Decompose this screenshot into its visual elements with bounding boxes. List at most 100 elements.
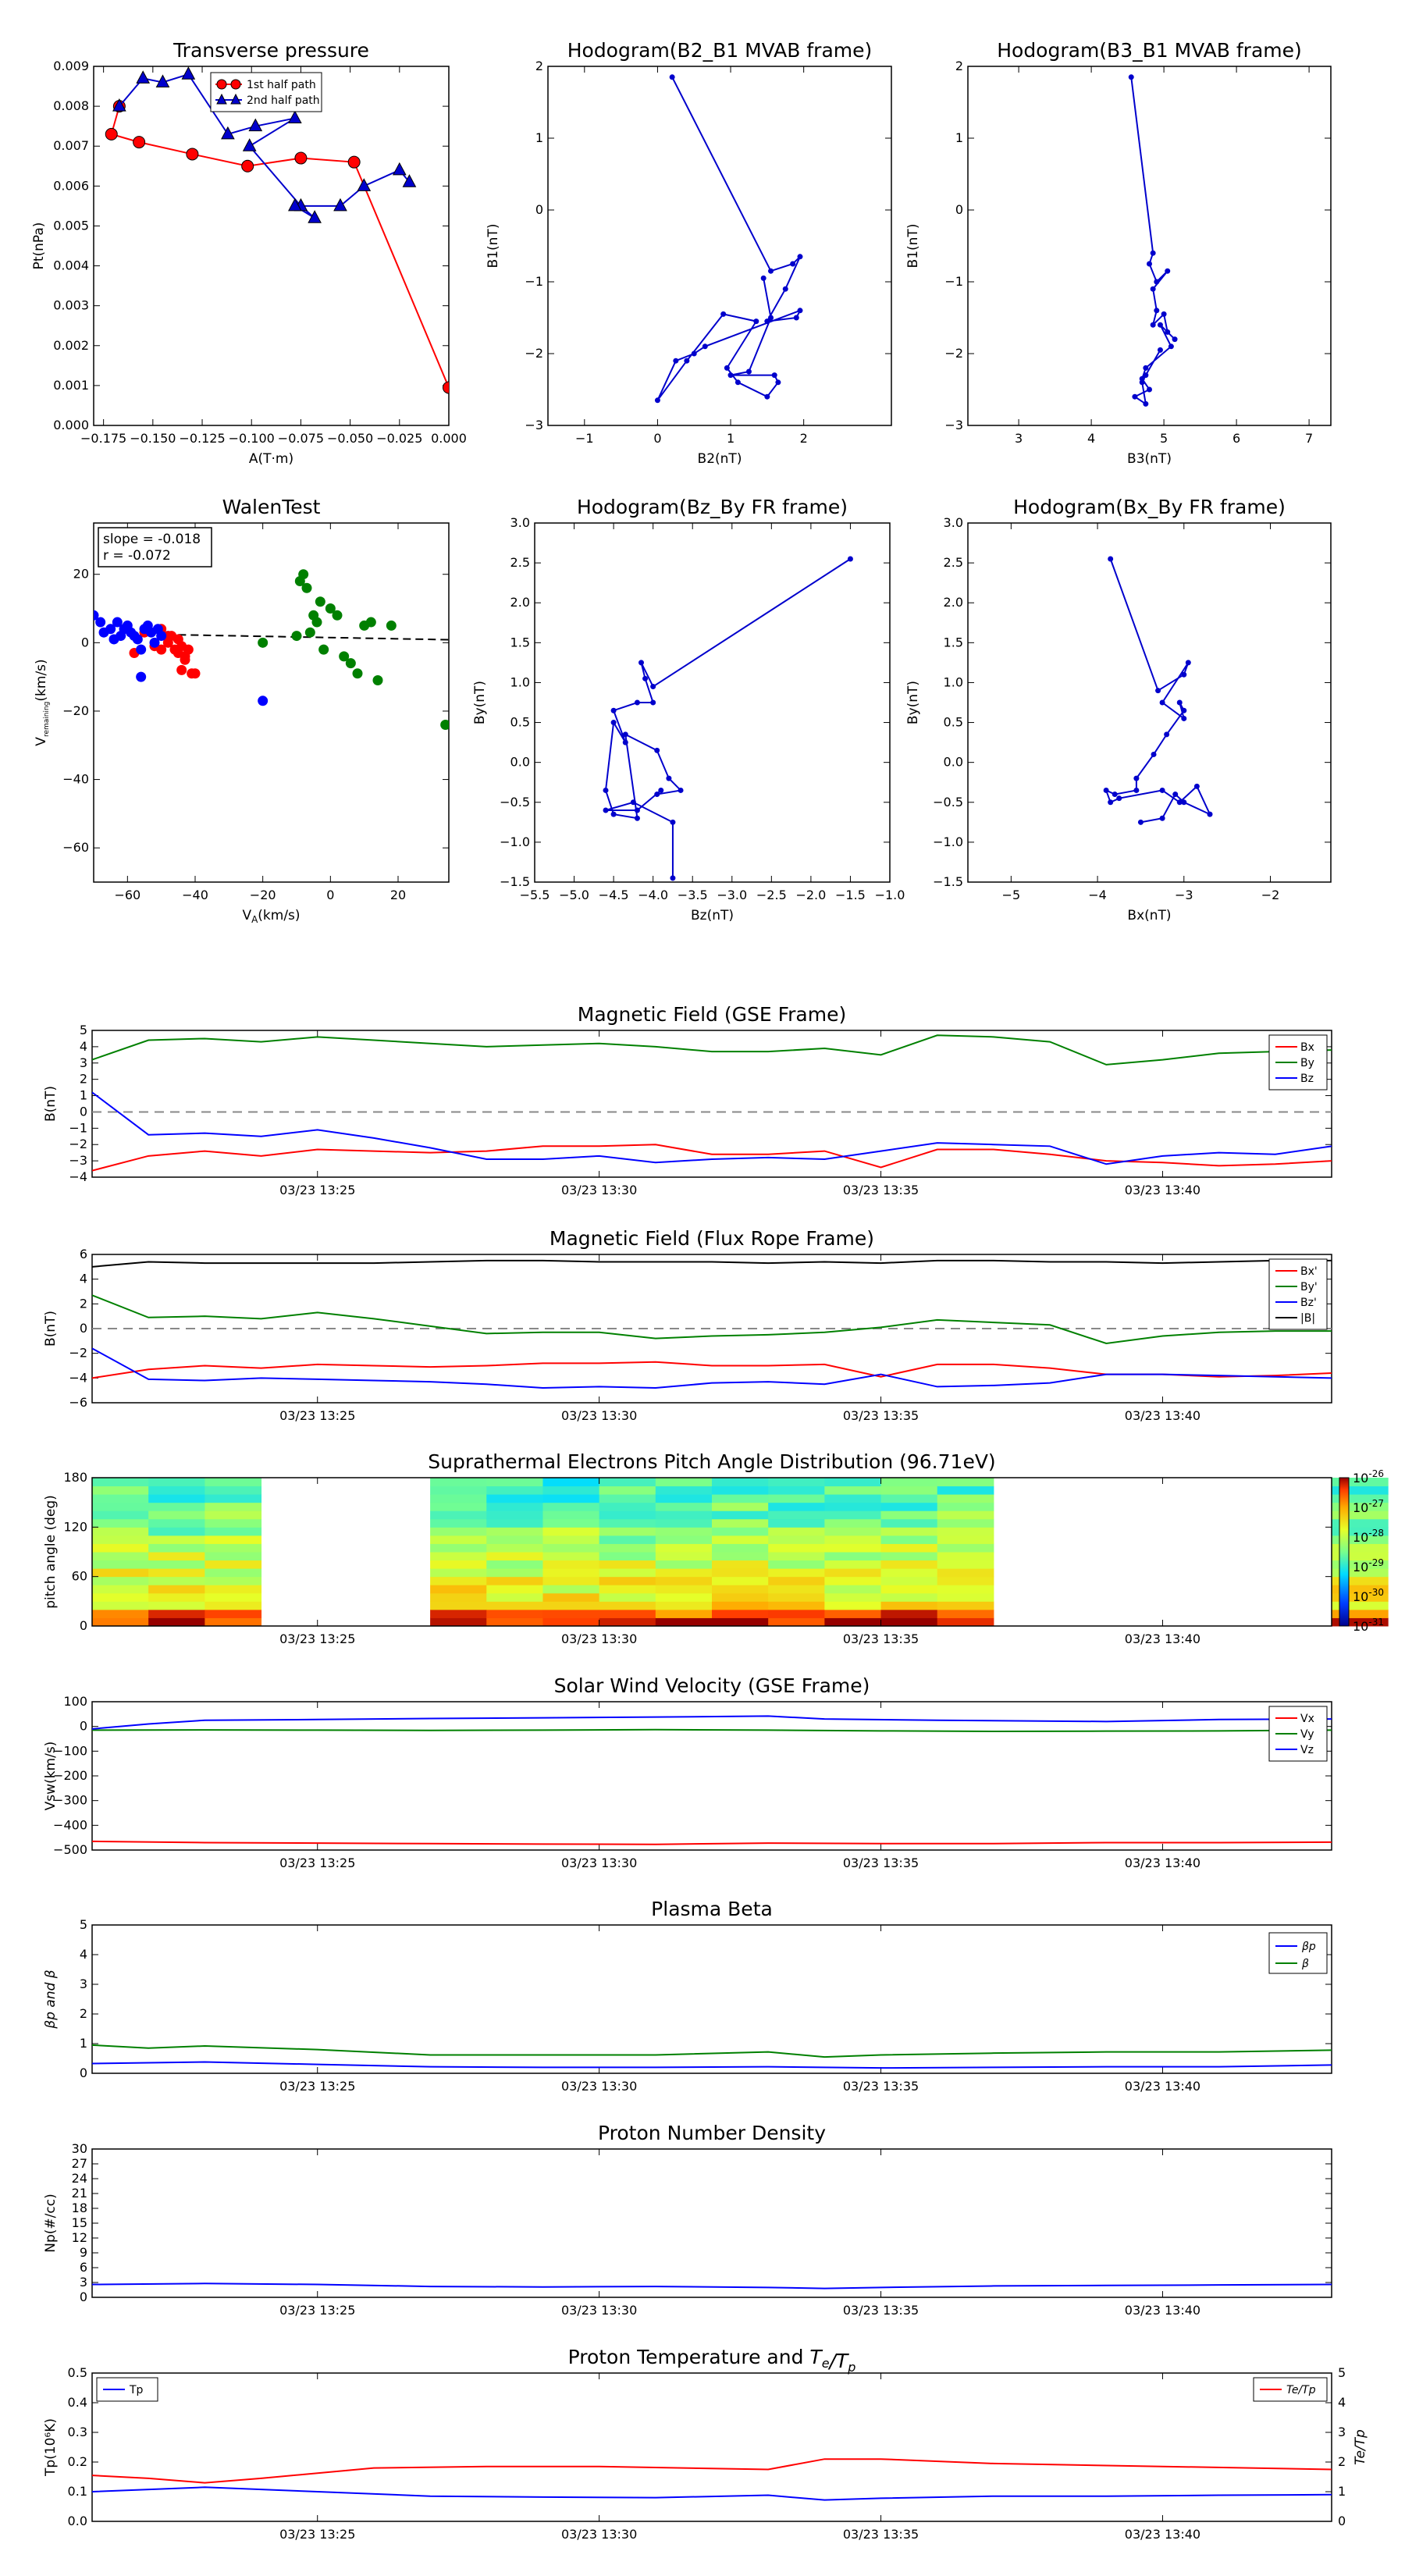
chart-title: Suprathermal Electrons Pitch Angle Distr…	[428, 1450, 995, 1473]
y-tick-label: 0	[535, 202, 543, 217]
heatmap-cell	[148, 1609, 205, 1618]
heatmap-cell	[205, 1585, 262, 1594]
label-part: V	[242, 908, 251, 923]
heatmap-cell	[430, 1592, 487, 1602]
heatmap-cell	[655, 1552, 713, 1561]
x-tick-label: −0.175	[80, 431, 126, 446]
plot-frame	[547, 66, 892, 426]
data-point	[1193, 783, 1200, 789]
heatmap-cell	[599, 1601, 656, 1610]
heatmap-cell	[937, 1585, 994, 1594]
y-tick-label: 120	[63, 1519, 87, 1534]
heatmap-cell	[824, 1535, 882, 1544]
data-point	[847, 556, 853, 562]
y-tick-label: 2	[80, 1296, 87, 1311]
data-point	[156, 631, 167, 642]
annotation-text: slope = -0.018	[103, 532, 201, 547]
y-tick-label: 3.0	[944, 515, 963, 530]
y-tick-label: 0.3	[68, 2425, 87, 2439]
y-tick-label: −500	[53, 1842, 87, 1857]
x-tick-label: −0.025	[376, 431, 422, 446]
heatmap-cell	[486, 1518, 543, 1528]
y-tick-label: 15	[72, 2215, 87, 2230]
heatmap-cell	[148, 1502, 205, 1511]
data-point	[1157, 322, 1163, 328]
data-point	[133, 136, 146, 149]
heatmap-cell	[768, 1601, 825, 1610]
heatmap-cell	[92, 1576, 149, 1585]
annotation-text: r = -0.072	[103, 548, 171, 564]
y-tick-label: 5	[80, 1917, 87, 1932]
y-tick-label: 1.5	[944, 635, 963, 649]
data-point	[443, 381, 449, 394]
y-tick-label: 0	[80, 1618, 87, 1633]
data-point	[702, 343, 708, 350]
heatmap-cell	[937, 1510, 994, 1520]
data-point	[105, 127, 118, 141]
data-point	[95, 617, 106, 628]
data-point	[176, 664, 187, 675]
data-point	[1128, 74, 1134, 80]
plot-frame	[967, 66, 1332, 426]
x-tick-label: −1.5	[835, 888, 866, 902]
legend-label: Bz'	[1300, 1297, 1317, 1309]
colorbar-base: 10	[1353, 1560, 1368, 1574]
data-point	[258, 637, 269, 648]
heatmap-cell	[768, 1592, 825, 1602]
chart-proton-temperature: Proton Temperature and Te/Tp 0.0 0.1 0.2 0.3…	[43, 2346, 1368, 2542]
data-point	[166, 631, 177, 642]
heatmap-cell	[655, 1502, 713, 1511]
heatmap-cell	[148, 1617, 205, 1627]
plot-frame	[91, 2372, 1332, 2522]
heatmap-cell	[92, 1527, 149, 1536]
x-tick-label: −60	[114, 888, 140, 902]
y-tick-label: 0	[80, 1719, 87, 1734]
heatmap-cell	[768, 1510, 825, 1520]
x-tick-label: −4	[1088, 888, 1107, 902]
y-tick-label: 6	[80, 2260, 87, 2275]
data-point	[1116, 795, 1122, 802]
y-tick-label: 0.001	[53, 378, 89, 393]
y-tick-label: −0.5	[933, 795, 963, 809]
data-point	[797, 254, 803, 260]
heatmap-cell	[712, 1552, 769, 1561]
heatmap-cell	[937, 1576, 994, 1585]
legend-label: βp	[1301, 1941, 1316, 1953]
x-tick-label: 03/23 13:35	[843, 2079, 919, 2094]
x-tick-label: 03/23 13:25	[279, 1408, 355, 1423]
chart-title: Hodogram(B2_B1 MVAB frame)	[567, 39, 873, 62]
y-tick-label: −0.5	[500, 795, 530, 809]
x-tick-label: 7	[1305, 431, 1313, 446]
data-point	[666, 775, 672, 781]
data-point	[760, 275, 767, 281]
y-tick-label: 2	[80, 2006, 87, 2021]
legend-label: Te/Tp	[1286, 2384, 1316, 2396]
x-axis-label: VA(km/s)	[242, 908, 300, 925]
y-tick-label: 0	[955, 202, 963, 217]
data-point	[650, 684, 656, 690]
legend-label: By	[1300, 1057, 1314, 1069]
x-tick-label: 03/23 13:40	[1125, 2527, 1200, 2542]
data-point	[684, 358, 690, 364]
data-point	[392, 162, 407, 176]
heatmap-cell	[92, 1560, 149, 1569]
x-tick-label: 03/23 13:40	[1125, 2303, 1200, 2318]
legend-box	[1268, 1932, 1328, 1974]
data-point	[768, 315, 774, 321]
heatmap-cell	[542, 1552, 600, 1561]
heatmap-cell	[712, 1518, 769, 1528]
heatmap-cell	[937, 1485, 994, 1495]
x-tick-label: 03/23 13:40	[1125, 1408, 1200, 1423]
heatmap-cell	[824, 1617, 882, 1627]
x-tick-label: 6	[1232, 431, 1240, 446]
data-point	[1155, 688, 1161, 694]
data-point	[1172, 792, 1179, 798]
x-tick-label: 03/23 13:30	[561, 2527, 637, 2542]
data-point	[603, 787, 609, 793]
x-axis-label: A(T·m)	[249, 451, 293, 467]
data-point	[1154, 308, 1160, 314]
heatmap-cell	[880, 1592, 938, 1602]
heatmap-cell	[655, 1494, 713, 1503]
y-axis-label: Vremaining(km/s)	[34, 659, 51, 745]
heatmap-cell	[430, 1560, 487, 1569]
